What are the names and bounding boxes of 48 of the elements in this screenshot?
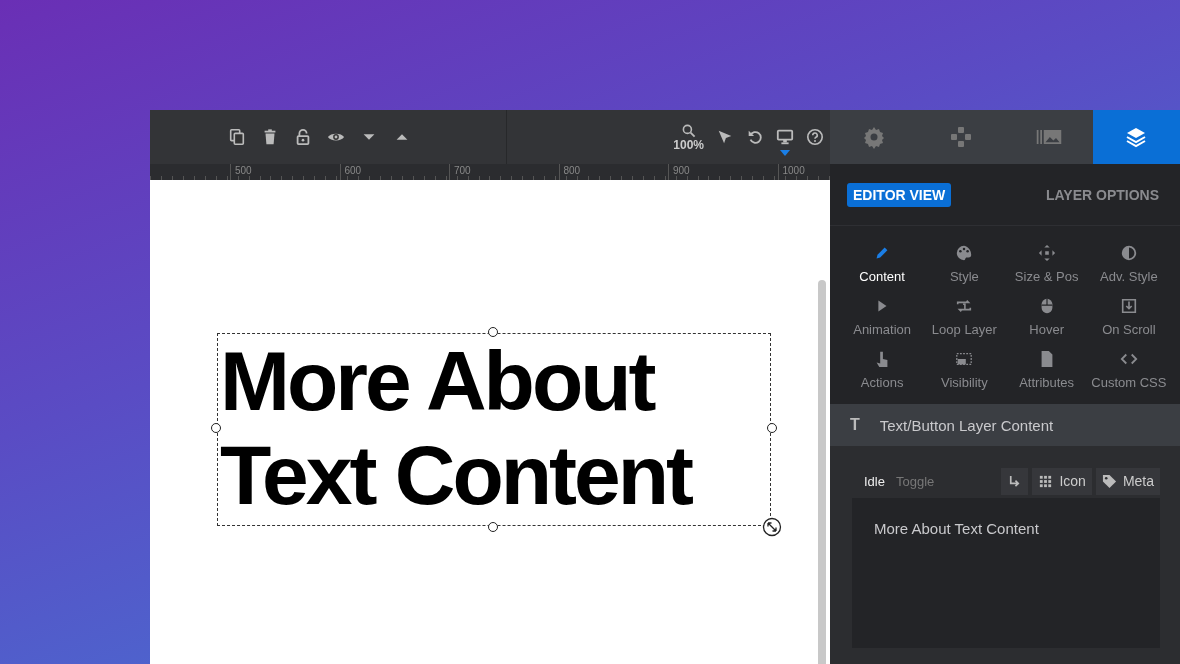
layer-text-line: Text Content [219,428,693,522]
line-break-button[interactable] [1001,467,1029,495]
option-tab[interactable]: Content [841,244,924,284]
option-tab[interactable]: Actions [841,350,924,390]
desktop-icon[interactable] [776,128,794,146]
grid-icon [1038,473,1054,489]
scrollbar[interactable] [818,280,826,664]
option-icon [1119,244,1138,262]
option-icon [955,350,974,368]
tag-icon [1101,473,1117,489]
help-icon[interactable] [806,128,824,146]
section-title: Text/Button Layer Content [879,416,1054,434]
content-textarea[interactable]: More About Text Content [852,498,1160,648]
option-icon [1037,244,1056,262]
option-tab[interactable]: Hover [1005,297,1088,337]
state-tab[interactable]: Toggle [895,473,935,489]
option-tab[interactable]: Custom CSS [1087,350,1170,390]
meta-button[interactable]: Meta [1095,467,1160,495]
state-tab[interactable]: Idle [852,473,885,489]
resize-corner-icon[interactable] [762,517,782,537]
icon-button[interactable]: Icon [1032,467,1092,495]
unlock-icon[interactable] [294,128,312,146]
text-type-icon: T [850,416,860,434]
view-tab[interactable]: EDITOR VIEW [847,182,952,207]
active-marker-icon [780,150,790,156]
option-tab[interactable]: Attributes [1005,350,1088,390]
search-icon[interactable] [680,122,697,139]
option-icon [1119,297,1138,315]
option-tab[interactable]: Animation [841,297,924,337]
option-tab[interactable]: Style [923,244,1006,284]
undo-icon[interactable] [746,128,764,146]
option-tab[interactable]: On Scroll [1087,297,1170,337]
panel-tab[interactable] [1092,110,1180,164]
layer-text-line: More About [219,334,655,428]
view-tab[interactable]: LAYER OPTIONS [1039,182,1165,207]
resize-handle[interactable] [488,522,498,532]
resize-handle[interactable] [767,423,777,433]
option-tab[interactable]: Loop Layer [923,297,1006,337]
gamepad-icon [949,125,974,149]
option-icon [955,297,974,315]
option-tab[interactable]: Size & Pos [1005,244,1088,284]
resize-handle[interactable] [488,327,498,337]
option-tab[interactable]: Adv. Style [1087,244,1170,284]
option-tab[interactable]: Visibility [923,350,1006,390]
option-icon [955,244,974,262]
copy-icon[interactable] [228,128,246,146]
resize-handle[interactable] [211,423,221,433]
zoom-level: 100% [673,138,704,152]
